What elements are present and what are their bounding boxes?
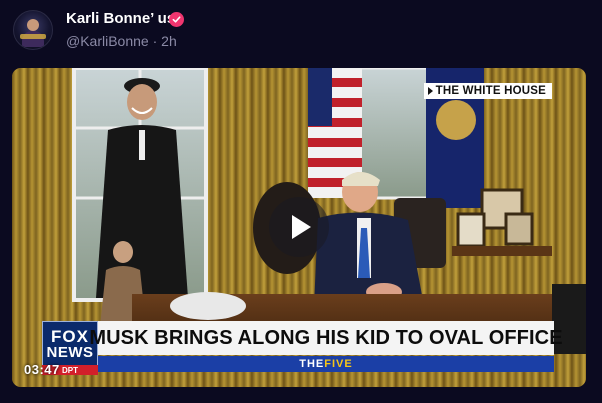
video-duration: 03:47 — [24, 362, 60, 377]
handle[interactable]: @KarliBonne — [66, 33, 149, 49]
show-name-bar: THE FIVE — [98, 356, 554, 372]
network-tag: THE WHITE HOUSE — [423, 83, 552, 99]
logo-line1: FOX — [51, 327, 89, 346]
show-prefix: THE — [299, 358, 325, 370]
chyron-headline: MUSK BRINGS ALONG HIS KID TO OVAL OFFICE — [89, 321, 563, 355]
avatar[interactable] — [13, 10, 53, 50]
show-name: FIVE — [324, 358, 353, 370]
display-name[interactable]: Karli Bonne’ us — [66, 10, 175, 27]
handle-line: @KarliBonne · 2h — [66, 33, 177, 49]
post-time[interactable]: 2h — [161, 33, 177, 49]
video-player[interactable]: THE WHITE HOUSE FOX NEWS DPT MUSK BRINGS… — [12, 68, 586, 387]
post-header: Karli Bonne’ us @KarliBonne · 2h — [0, 0, 602, 64]
separator: · — [152, 33, 158, 49]
play-button[interactable] — [269, 197, 329, 257]
verified-icon — [169, 12, 184, 27]
logo-line2: NEWS — [46, 344, 94, 361]
play-icon — [292, 215, 311, 239]
